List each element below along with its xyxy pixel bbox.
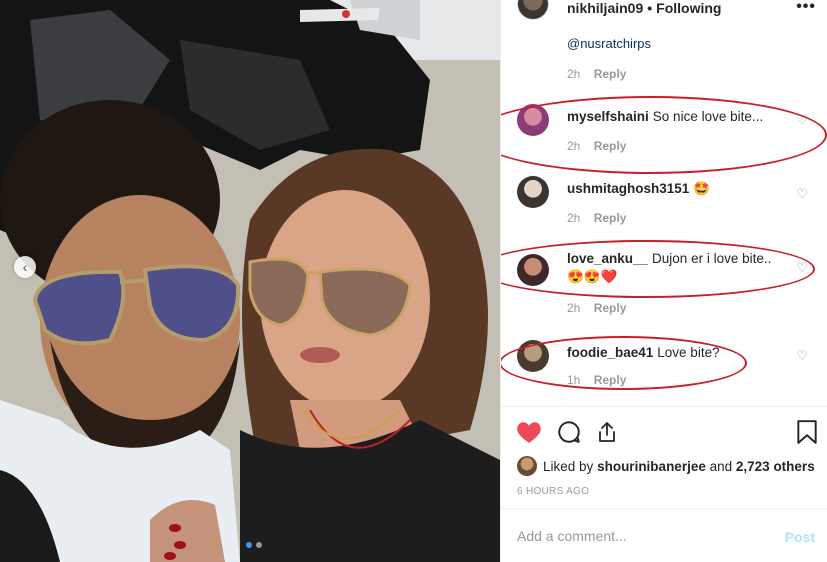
- comment-username[interactable]: foodie_bae41: [567, 345, 653, 360]
- divider: [501, 508, 827, 509]
- comment-username[interactable]: myselfshaini: [567, 109, 649, 124]
- author-username[interactable]: nikhiljain09: [567, 0, 643, 16]
- comment-time: 2h: [567, 211, 581, 225]
- reply-button[interactable]: Reply: [594, 301, 627, 315]
- divider: [501, 406, 827, 407]
- comment-text: ushmitaghosh3151 🤩: [567, 180, 793, 198]
- heart-filled-icon[interactable]: [515, 418, 543, 446]
- comment-meta: 2h Reply: [567, 301, 626, 315]
- comment-meta: 2h Reply: [567, 139, 626, 153]
- carousel-dots: [246, 542, 262, 548]
- comments-list[interactable]: @nusratchirps 2h Reply myselfshaini So ni…: [501, 0, 827, 405]
- comment-body: So nice love bite...: [652, 109, 764, 124]
- liker-avatar[interactable]: [517, 456, 537, 476]
- reply-button[interactable]: Reply: [594, 211, 627, 225]
- reply-button[interactable]: Reply: [594, 139, 627, 153]
- comment-time: 2h: [567, 301, 581, 315]
- bookmark-icon[interactable]: [793, 418, 821, 446]
- post-comment-button[interactable]: Post: [785, 529, 815, 545]
- add-comment-input[interactable]: [517, 528, 777, 544]
- author-info: nikhiljain09 • Following: [567, 0, 721, 16]
- likes-others-link[interactable]: 2,723 others: [736, 459, 815, 474]
- like-comment-heart-icon[interactable]: ♡: [796, 186, 808, 202]
- comment-text: foodie_bae41 Love bite?: [567, 344, 793, 362]
- avatar[interactable]: [517, 176, 549, 208]
- post-actions: [501, 418, 827, 448]
- post-header: nikhiljain09 • Following •••: [501, 0, 827, 22]
- like-comment-heart-icon[interactable]: ♡: [796, 348, 808, 364]
- share-icon[interactable]: [593, 418, 621, 446]
- reply-button[interactable]: Reply: [594, 67, 627, 81]
- like-comment-heart-icon[interactable]: ♡: [796, 260, 808, 276]
- comment-body: 🤩: [693, 181, 711, 196]
- selfie-photo-illustration: [0, 0, 500, 562]
- comment-text: love_anku__ Dujon er i love bite.. 😍😍❤️: [567, 250, 793, 286]
- carousel-dot: [256, 542, 262, 548]
- likes-prefix: Liked by: [543, 458, 594, 474]
- carousel-dot: [246, 542, 252, 548]
- comment-text: myselfshaini So nice love bite...: [567, 108, 793, 126]
- comment-meta: 2h Reply: [567, 67, 626, 81]
- separator: •: [647, 0, 653, 16]
- liker-username[interactable]: shourinibanerjee: [597, 459, 706, 474]
- previous-photo-chevron-icon[interactable]: ‹: [14, 256, 36, 278]
- post-side-panel: @nusratchirps 2h Reply myselfshaini So ni…: [500, 0, 827, 562]
- comment-username[interactable]: love_anku__: [567, 251, 648, 266]
- comment-emoji: 😍😍❤️: [567, 269, 618, 284]
- reply-button[interactable]: Reply: [594, 373, 627, 387]
- comment-body: Love bite?: [657, 345, 720, 360]
- comment-meta: 2h Reply: [567, 211, 626, 225]
- comment-time: 2h: [567, 139, 581, 153]
- post-timestamp[interactable]: 6 HOURS AGO: [517, 486, 589, 497]
- likes-conjunction: and: [709, 458, 733, 474]
- post-photo[interactable]: ‹: [0, 0, 500, 562]
- comment-body: Dujon er i love bite..: [652, 251, 772, 266]
- author-avatar[interactable]: [517, 0, 549, 20]
- comment-username[interactable]: ushmitaghosh3151: [567, 181, 689, 196]
- likes-summary: Liked by shourinibanerjee and 2,723 othe…: [517, 456, 815, 476]
- comment-time: 1h: [567, 373, 581, 387]
- avatar[interactable]: [517, 104, 549, 136]
- like-comment-heart-icon[interactable]: ♡: [796, 112, 808, 128]
- comment-icon[interactable]: [555, 418, 583, 446]
- avatar[interactable]: [517, 340, 549, 372]
- mention-link[interactable]: @nusratchirps: [567, 36, 651, 51]
- more-horizontal-icon[interactable]: •••: [796, 0, 816, 16]
- following-button[interactable]: Following: [656, 0, 721, 16]
- comment-meta: 1h Reply: [567, 373, 626, 387]
- comment-time: 2h: [567, 67, 581, 81]
- avatar[interactable]: [517, 254, 549, 286]
